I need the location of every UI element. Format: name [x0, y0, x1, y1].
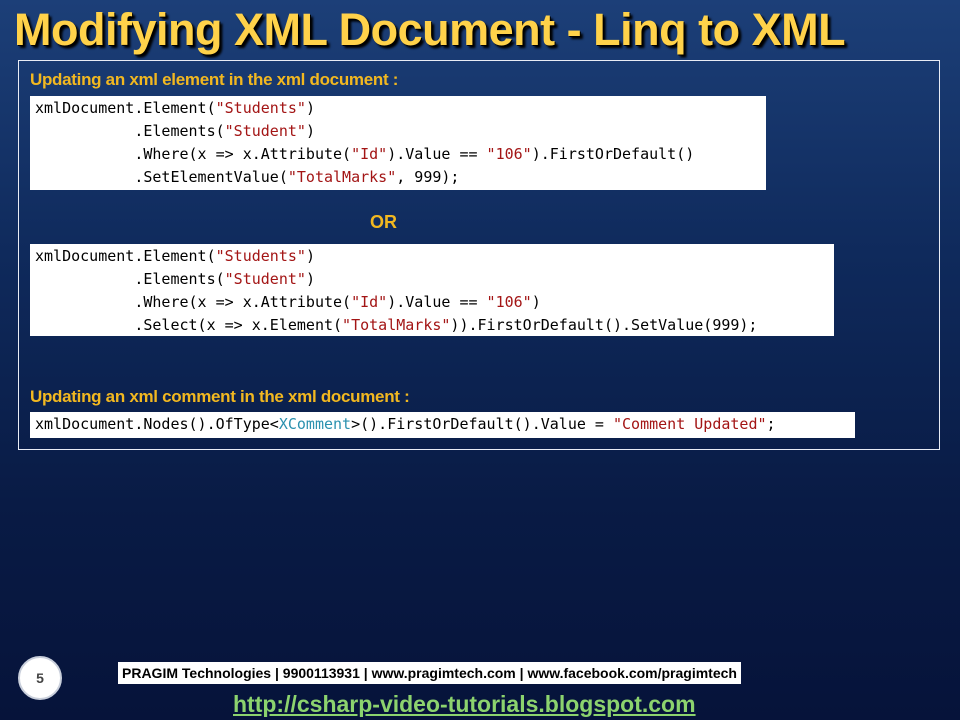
footer-contact-bar: PRAGIM Technologies | 9900113931 | www.p…	[118, 662, 741, 684]
code-token: xmlDocument.Element(	[35, 99, 216, 117]
code-string: "Id"	[351, 293, 388, 311]
code-token: .Where(x => x.Attribute(	[35, 293, 352, 311]
code-block-comment-update: xmlDocument.Nodes().OfType<XComment>().F…	[30, 412, 855, 438]
section-heading-element-update: Updating an xml element in the xml docum…	[30, 70, 399, 89]
code-block-select-set-value: xmlDocument.Element("Students") .Element…	[30, 244, 834, 336]
code-line: .Elements("Student")	[35, 268, 834, 291]
code-token: )	[305, 270, 315, 288]
code-token: )	[305, 99, 315, 117]
code-token: , 999);	[396, 168, 460, 186]
code-string: "Student"	[224, 270, 306, 288]
code-token: )	[305, 122, 315, 140]
code-token: ).FirstOrDefault()	[531, 145, 695, 163]
code-string: "Student"	[224, 122, 306, 140]
code-token: .SetElementValue(	[35, 168, 288, 186]
code-string: "Students"	[215, 247, 306, 265]
code-string: "106"	[486, 145, 532, 163]
section-heading-comment-update: Updating an xml comment in the xml docum…	[30, 387, 410, 406]
code-token: ).Value ==	[387, 145, 487, 163]
code-string: "TotalMarks"	[342, 316, 451, 334]
code-token: xmlDocument.Nodes().OfType<	[35, 415, 279, 433]
code-line: .Where(x => x.Attribute("Id").Value == "…	[35, 143, 766, 166]
code-string: "Comment Updated"	[613, 415, 767, 433]
slide-number-badge: 5	[18, 656, 62, 700]
or-separator: OR	[370, 212, 397, 232]
code-line: xmlDocument.Element("Students")	[35, 245, 834, 268]
code-token: )	[305, 247, 315, 265]
code-token: .Where(x => x.Attribute(	[35, 145, 352, 163]
code-token: .Elements(	[35, 122, 225, 140]
code-line: .SetElementValue("TotalMarks", 999);	[35, 166, 766, 189]
code-string: "Students"	[215, 99, 306, 117]
code-token: ).Value ==	[387, 293, 487, 311]
code-block-set-element-value: xmlDocument.Element("Students") .Element…	[30, 96, 766, 190]
code-token: ;	[766, 415, 776, 433]
code-type: XComment	[278, 415, 352, 433]
code-token: >().FirstOrDefault().Value =	[351, 415, 613, 433]
code-line: xmlDocument.Element("Students")	[35, 97, 766, 120]
code-token: .Select(x => x.Element(	[35, 316, 343, 334]
code-token: xmlDocument.Element(	[35, 247, 216, 265]
code-token: )).FirstOrDefault().SetValue(999);	[450, 316, 758, 334]
code-string: "TotalMarks"	[287, 168, 397, 186]
code-line: .Where(x => x.Attribute("Id").Value == "…	[35, 291, 834, 314]
code-token: .Elements(	[35, 270, 225, 288]
code-line: xmlDocument.Nodes().OfType<XComment>().F…	[35, 413, 855, 436]
code-line: .Select(x => x.Element("TotalMarks")).Fi…	[35, 314, 834, 336]
code-string: "Id"	[351, 145, 388, 163]
code-string: "106"	[486, 293, 532, 311]
blog-link[interactable]: http://csharp-video-tutorials.blogspot.c…	[233, 690, 696, 718]
code-line: .Elements("Student")	[35, 120, 766, 143]
slide-title: Modifying XML Document - Linq to XML	[14, 4, 846, 55]
code-token: )	[531, 293, 541, 311]
